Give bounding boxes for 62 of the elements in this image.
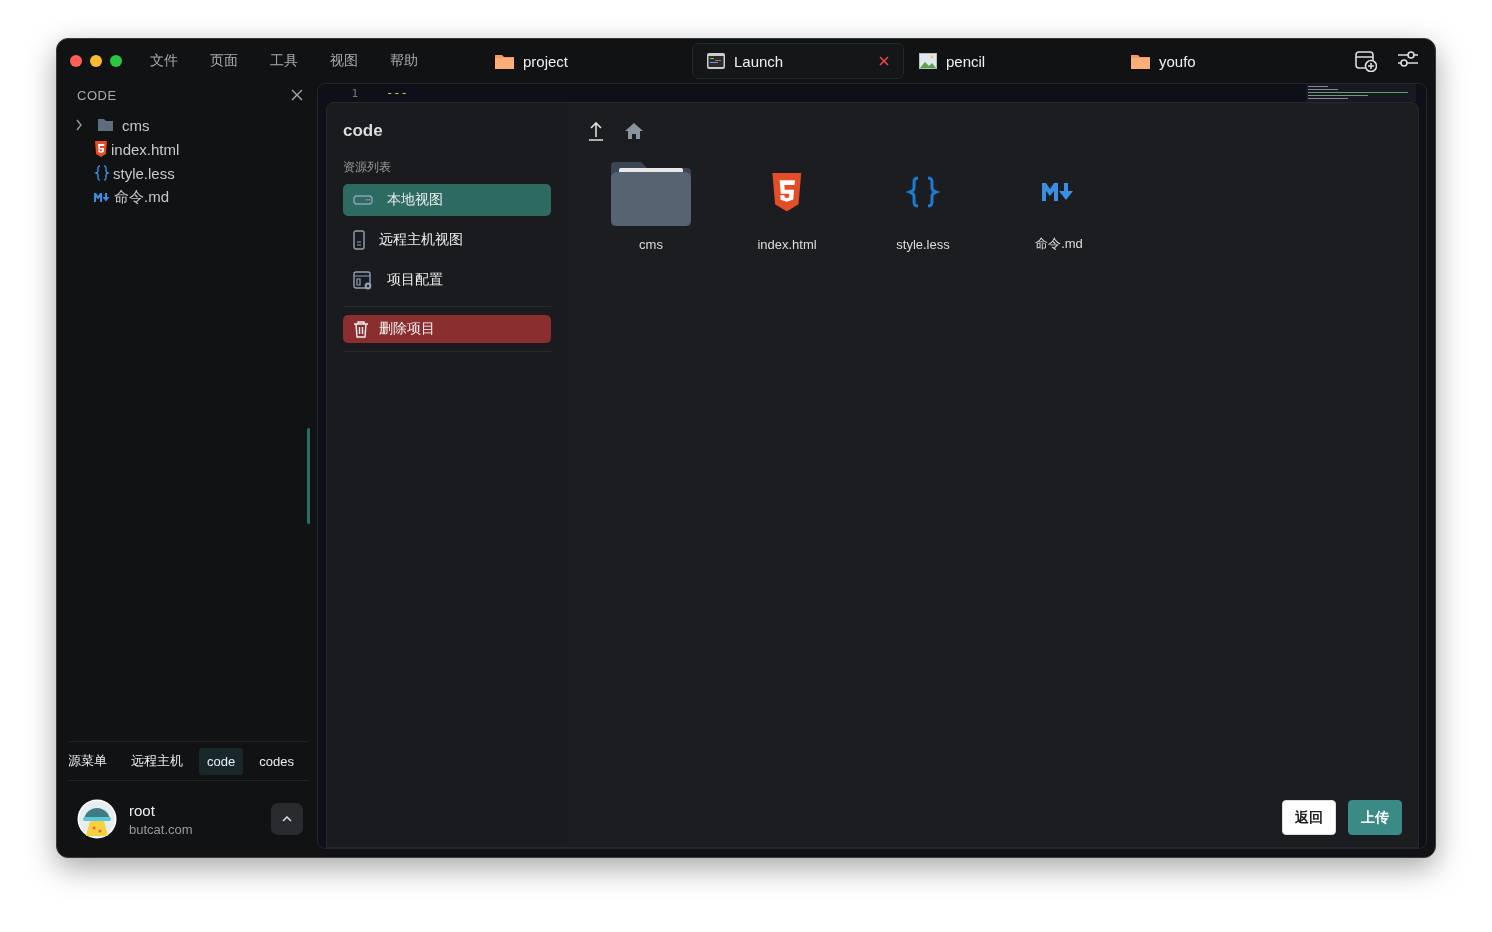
terminal-icon	[707, 53, 725, 69]
user-host: butcat.com	[129, 821, 194, 837]
upload-button[interactable]: 上传	[1348, 800, 1402, 835]
code-line: ---	[386, 86, 409, 100]
tab[interactable]: 源菜单	[69, 746, 115, 776]
file-tree-item[interactable]: index.html	[57, 137, 317, 161]
tab[interactable]: 远程主机	[123, 746, 191, 776]
nav-item[interactable]: 远程主机视图	[343, 224, 551, 256]
avatar-icon	[77, 799, 117, 839]
window-zoom-button[interactable]	[110, 55, 122, 67]
folder-icon	[495, 53, 514, 69]
braces-icon	[94, 165, 110, 181]
new-window-icon[interactable]	[1355, 50, 1377, 72]
file-tree-item[interactable]: 命令.md	[57, 185, 317, 209]
folder-icon	[1131, 53, 1150, 69]
delete-button[interactable]: 删除项目	[343, 315, 551, 343]
menu-item[interactable]: 视图	[330, 52, 390, 70]
html5-icon	[94, 141, 108, 157]
scrollbar[interactable]	[307, 428, 310, 524]
trash-icon	[353, 320, 369, 338]
file-item[interactable]: 命令.md	[991, 157, 1127, 253]
user-name: root	[129, 801, 156, 819]
markdown-icon	[1042, 181, 1076, 201]
tab[interactable]: project	[480, 43, 692, 79]
file-item[interactable]: cms	[583, 157, 719, 253]
menu-item[interactable]: 工具	[270, 52, 330, 70]
tab[interactable]: code	[199, 747, 244, 775]
sliders-icon[interactable]	[1397, 50, 1419, 68]
image-icon	[919, 53, 937, 69]
phone-icon	[353, 230, 365, 250]
drive-icon	[353, 195, 373, 205]
settings-icon	[353, 270, 373, 290]
tab[interactable]: Launch	[692, 43, 904, 79]
folder-icon	[97, 118, 114, 132]
section-label: 资源列表	[343, 159, 392, 176]
panel-title: CODE	[77, 87, 117, 103]
file-tree-item[interactable]: style.less	[57, 161, 317, 185]
html5-icon	[770, 172, 804, 212]
back-button[interactable]: 返回	[1282, 800, 1336, 835]
chevron-up-icon	[282, 816, 292, 822]
upload-icon[interactable]	[589, 121, 603, 141]
window-close-button[interactable]	[70, 55, 82, 67]
markdown-icon	[94, 192, 111, 202]
tab[interactable]: youfo	[1116, 43, 1328, 79]
file-item[interactable]: index.html	[719, 157, 855, 253]
close-icon[interactable]	[879, 56, 889, 66]
nav-item[interactable]: 本地视图	[343, 184, 551, 216]
menu-item[interactable]: 帮助	[390, 52, 450, 70]
dialog-title: code	[343, 121, 384, 141]
close-icon[interactable]	[291, 89, 303, 101]
nav-item[interactable]: 项目配置	[343, 264, 551, 296]
expand-button[interactable]	[271, 803, 303, 835]
file-item[interactable]: style.less	[855, 157, 991, 253]
file-tree-item[interactable]: cms	[57, 113, 317, 137]
tab[interactable]: codes	[251, 747, 302, 775]
braces-icon	[906, 175, 940, 209]
menu-item[interactable]: 文件	[150, 52, 210, 70]
tab[interactable]: pencil	[904, 43, 1116, 79]
menu-item[interactable]: 页面	[210, 52, 270, 70]
window-minimize-button[interactable]	[90, 55, 102, 67]
home-icon[interactable]	[625, 123, 643, 139]
line-number: 1	[350, 86, 358, 100]
